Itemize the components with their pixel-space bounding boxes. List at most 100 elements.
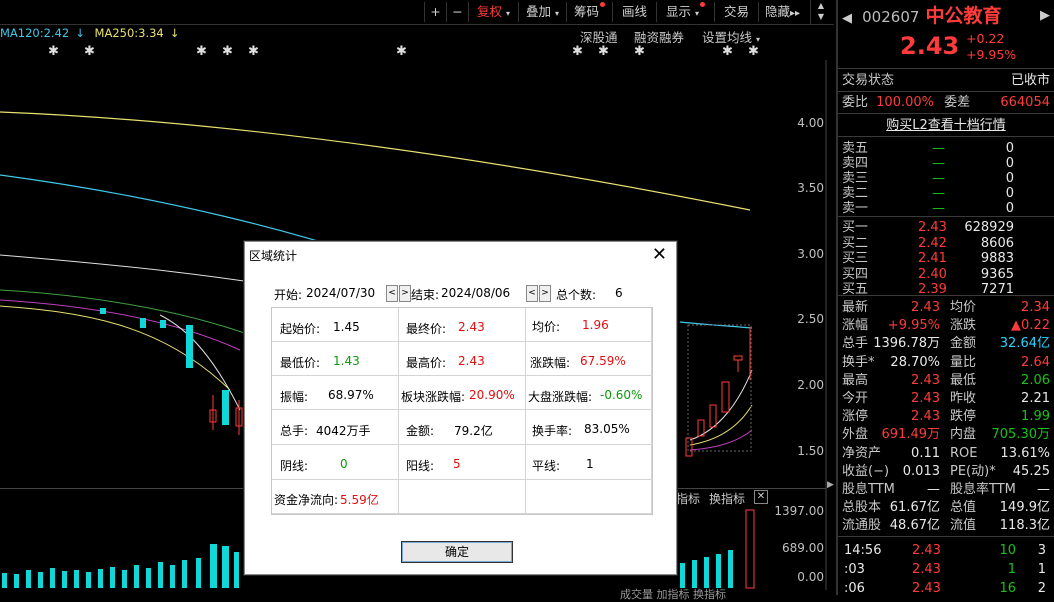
stat-label: 金额 (950, 336, 977, 352)
info-star-icon[interactable]: ✱ (48, 44, 59, 59)
stat-value: 0.11 (911, 445, 940, 461)
info-star-icon[interactable]: ✱ (572, 44, 583, 59)
end-label: 结束: (411, 288, 440, 302)
close-icon[interactable]: ✕ (754, 490, 768, 504)
info-star-icon[interactable]: ✱ (248, 44, 259, 59)
bid-row: 买四 2.40 9365 (842, 266, 1050, 283)
bid-row: 买三 2.41 9883 (842, 250, 1050, 267)
tick-row: 14:56 2.43 10 3 (842, 542, 1050, 559)
bid-volume: 628929 (964, 220, 1014, 235)
bid-volume: 9365 (980, 266, 1014, 282)
stat-row: 净资产 0.11 ROE 13.61% (842, 445, 1050, 462)
change-pct-label: 涨跌幅: (530, 356, 571, 370)
low-price-label: 最低价: (280, 356, 321, 370)
start-date: 2024/07/30 (306, 286, 376, 300)
info-star-icon[interactable]: ✱ (222, 44, 233, 59)
yang-count-value: 5 (453, 457, 461, 471)
xianshi-menu[interactable]: 显示 ▾ (656, 2, 714, 22)
yincang-button[interactable]: 隐藏▸▸ (758, 2, 806, 22)
bid-volume: 8606 (980, 235, 1014, 251)
dropdown-arrow-icon: ▾ (756, 35, 761, 44)
low-price-value: 1.43 (333, 354, 360, 368)
volume-bar-red (745, 509, 755, 589)
stat-value: 705.30万 (991, 427, 1051, 443)
end-prev-button[interactable]: < (526, 285, 538, 302)
ok-button[interactable]: 确定 (401, 541, 513, 563)
turnover-label: 换手率: (532, 424, 573, 438)
stat-value: — (927, 482, 940, 497)
current-price: 2.43 (900, 32, 960, 60)
info-star-icon[interactable]: ✱ (634, 44, 645, 59)
bid-row: 买一 2.43 628929 (842, 219, 1050, 236)
candle (685, 437, 693, 457)
y-tick: 2.00 (797, 378, 824, 392)
fuquan-menu[interactable]: 复权 ▾ (468, 2, 518, 22)
chouma-button[interactable]: 筹码 (566, 2, 612, 22)
bottom-tabs[interactable]: 成交量 加指标 换指标 (620, 586, 726, 602)
ma-settings-label: 设置均线 (702, 30, 753, 45)
candle (140, 318, 146, 328)
info-star-icon[interactable]: ✱ (722, 44, 733, 59)
chart-toolbar: + − 复权 ▾ 叠加 ▾ 筹码 画线 显示 ▾ 交易 隐藏▸▸ ▲ ▼ (0, 0, 834, 24)
prev-stock-icon[interactable]: ◀ (842, 11, 852, 26)
bid-level-label: 买四 (842, 266, 869, 282)
l2-upgrade-link[interactable]: 购买L2查看十档行情 (842, 117, 1050, 134)
stat-label: 股息TTM (842, 482, 895, 497)
ma20-line-right (689, 429, 753, 451)
stat-value: 2.43 (911, 391, 940, 406)
notification-dot-icon (600, 2, 605, 7)
double-arrow-icon: ▸▸ (789, 8, 801, 19)
stat-value: 2.06 (1021, 372, 1050, 388)
arrow-down-icon: ↓ (169, 26, 180, 40)
start-prev-button[interactable]: < (386, 285, 398, 302)
close-icon[interactable]: ✕ (652, 244, 667, 265)
info-star-icon[interactable]: ✱ (748, 44, 759, 59)
stat-value: 2.43 (911, 300, 940, 315)
stat-label: 最高 (842, 372, 869, 388)
diejia-menu[interactable]: 叠加 ▾ (518, 2, 566, 22)
y-tick: 4.00 (797, 116, 824, 130)
volume-indicator-tab[interactable]: 指标 (676, 490, 700, 507)
stat-value: +9.95% (887, 318, 940, 334)
stat-label: 净资产 (842, 445, 882, 461)
candle (733, 355, 743, 361)
stat-value: 45.25 (1012, 463, 1050, 479)
scroll-up-icon[interactable]: ▲ (811, 0, 831, 11)
open-price-label: 起始价: (280, 322, 321, 336)
amount-value: 79.2亿 (454, 424, 493, 438)
info-star-icon[interactable]: ✱ (396, 44, 407, 59)
stat-label: 涨幅 (842, 318, 869, 334)
stat-label: PE(动)* (950, 463, 996, 479)
jiaoyi-button[interactable]: 交易 (714, 2, 758, 22)
ask-row: 卖一 — 0 (842, 200, 1050, 217)
bid-volume: 9883 (980, 251, 1014, 266)
ma10-line-right (689, 404, 753, 446)
huaxian-button[interactable]: 画线 (612, 2, 656, 22)
info-star-icon[interactable]: ✱ (598, 44, 609, 59)
close-price-value: 2.43 (458, 320, 485, 334)
bid-price: 2.42 (918, 235, 947, 251)
weibi-row: 委比 100.00% 委差 664054 (842, 94, 1050, 111)
tick-volume: 10 (999, 543, 1016, 558)
candle (721, 381, 730, 413)
zoom-in-button[interactable]: + (424, 2, 446, 22)
info-star-icon[interactable]: ✱ (84, 44, 95, 59)
stat-value: 48.67亿 (889, 518, 940, 534)
scroll-down-icon[interactable]: ▼ (811, 11, 831, 22)
next-stock-icon[interactable]: ▶ (1040, 3, 1050, 29)
volume-label: 总手: (280, 424, 309, 438)
volume-switch-tab[interactable]: 换指标 (709, 490, 745, 507)
stat-value: 32.64亿 (999, 336, 1050, 352)
weibi-value: 100.00% (876, 95, 934, 110)
end-next-button[interactable]: > (539, 285, 551, 302)
zoom-out-button[interactable]: − (446, 2, 468, 22)
stat-row: 最高 2.43 最低 2.06 (842, 372, 1050, 389)
dropdown-arrow-icon: ▾ (694, 9, 699, 18)
info-star-icon[interactable]: ✱ (196, 44, 207, 59)
market-change-value: -0.60% (600, 388, 643, 402)
price-change-pct: +9.95% (966, 47, 1017, 62)
stat-row: 收益(−) 0.013 PE(动)* 45.25 (842, 463, 1050, 480)
start-next-button[interactable]: > (399, 285, 411, 302)
chart-scroll-buttons[interactable]: ▲ ▼ (810, 0, 831, 24)
panel-toggle-icon[interactable]: ▶ (827, 480, 834, 494)
